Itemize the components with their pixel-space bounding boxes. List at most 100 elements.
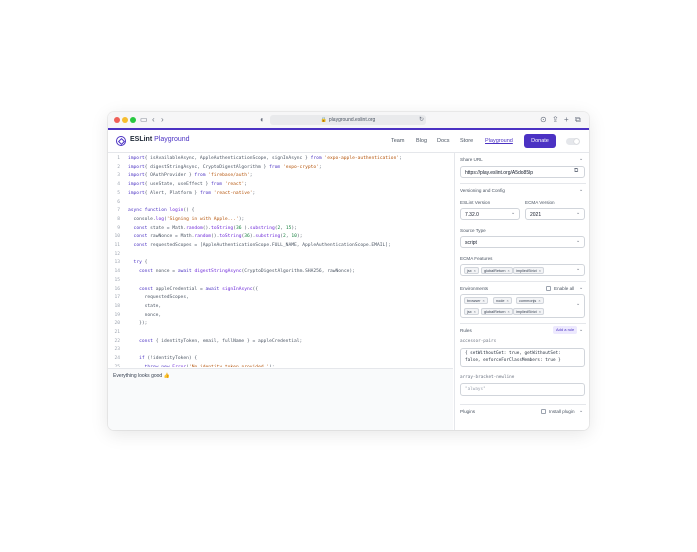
eslint-logo-icon[interactable] <box>116 136 126 146</box>
code-line[interactable]: 6 <box>108 199 453 208</box>
code-line[interactable]: 13 try { <box>108 259 453 268</box>
sidebar-icon[interactable]: ▭ <box>140 115 148 125</box>
code-line[interactable]: 5 import{ Alert, Platform } from 'react-n… <box>108 190 453 199</box>
site-brand[interactable]: ESLint Playground <box>130 136 190 143</box>
feature-tag[interactable]: globalReturn × <box>481 267 513 274</box>
code-line[interactable]: 10 const rawNonce = Math.random().toStri… <box>108 233 453 242</box>
address-bar[interactable]: 🔒 playground.eslint.org <box>270 115 426 125</box>
code-line[interactable]: 24 if (!identityToken) { <box>108 355 453 364</box>
donate-button[interactable]: Donate <box>524 134 556 148</box>
divider <box>460 404 586 405</box>
code-line[interactable]: 11 const requestedScopes = [AppleAuthent… <box>108 242 453 251</box>
close-window-button[interactable] <box>114 117 120 123</box>
chevron-down-icon[interactable]: ⌄ <box>579 187 583 193</box>
line-number: 21 <box>114 330 120 335</box>
code-editor[interactable]: 1 import{ isAvailableAsync, AppleAuthenti… <box>108 153 453 367</box>
nav-store[interactable]: Store <box>460 138 473 144</box>
enable-all-checkbox[interactable] <box>546 286 551 291</box>
environment-tag[interactable]: impliedStrict × <box>513 308 544 315</box>
new-tab-icon[interactable]: + <box>564 115 569 125</box>
code-line[interactable]: 9 const state = Math.random().toString(3… <box>108 225 453 234</box>
remove-icon[interactable]: × <box>483 299 485 303</box>
ecma-features-select[interactable]: jsx × globalReturn × impliedStrict × ⌄ <box>460 264 585 276</box>
code-token: await <box>205 286 220 292</box>
code-line[interactable]: 21 <box>108 329 453 338</box>
remove-icon[interactable]: × <box>539 269 541 273</box>
feature-tag[interactable]: impliedStrict × <box>513 267 544 274</box>
theme-toggle[interactable] <box>566 138 580 145</box>
back-icon[interactable]: ‹ <box>152 115 155 125</box>
chevron-down-icon[interactable]: ⌄ <box>579 285 583 291</box>
code-line[interactable]: 8 console.log('Signing in with Apple...'… <box>108 216 453 225</box>
download-icon[interactable]: ⊙ <box>540 115 547 125</box>
share-url-field[interactable]: https://play.eslint.org/A5do85lp ⧉ <box>460 166 585 178</box>
share-icon[interactable]: ⇪ <box>552 115 559 125</box>
environments-label: Environments <box>460 286 489 291</box>
remove-icon[interactable]: × <box>538 299 540 303</box>
code-line[interactable]: 16 const appleCredential = await signInA… <box>108 286 453 295</box>
code-line[interactable]: 3 import{ OAuthProvider } from 'firebase/… <box>108 172 453 181</box>
remove-icon[interactable]: × <box>474 269 476 273</box>
code-line[interactable]: 23 <box>108 346 453 355</box>
code-token: Error <box>172 365 186 367</box>
code-line[interactable]: 18 state, <box>108 303 453 312</box>
environment-tag[interactable]: node × <box>493 297 512 304</box>
forward-icon[interactable]: › <box>161 115 164 125</box>
environment-tag[interactable]: jsx × <box>464 308 479 315</box>
install-plugin-checkbox[interactable] <box>541 409 546 414</box>
code-line[interactable]: 7 async function login() { <box>108 207 453 216</box>
reload-icon[interactable]: ↻ <box>419 115 424 125</box>
remove-icon[interactable]: × <box>506 299 508 303</box>
code-token: ; <box>249 173 253 179</box>
chevron-down-icon[interactable]: ⌄ <box>579 408 583 414</box>
code-line[interactable]: 20 }); <box>108 320 453 329</box>
code-token: substring <box>249 225 275 231</box>
code-token: { digestStringAsync, CryptoDigestAlgorit… <box>144 164 270 170</box>
add-rule-button[interactable]: Add a rule <box>553 326 578 334</box>
code-line[interactable]: 22 const { identityToken, email, fullNam… <box>108 338 453 347</box>
source-type-select[interactable]: script ⌄ <box>460 236 585 248</box>
line-number: 20 <box>114 321 120 327</box>
environment-tag[interactable]: commonjs × <box>516 297 544 304</box>
code-line[interactable]: 4 import{ useState, useEffect } from 'rea… <box>108 181 453 190</box>
code-line[interactable]: 14 const nonce = await digestStringAsync… <box>108 268 453 277</box>
chevron-down-icon[interactable]: ⌄ <box>579 327 583 333</box>
divider <box>460 183 586 184</box>
code-token: 'expo-crypto' <box>282 164 319 170</box>
remove-icon[interactable]: × <box>539 310 541 314</box>
environment-tag[interactable]: globalReturn × <box>481 308 513 315</box>
rule-options-editor[interactable]: { setWithoutGet: true, getWithoutSet: fa… <box>460 348 585 367</box>
tabs-overview-icon[interactable]: ⧉ <box>575 115 581 125</box>
feature-tag[interactable]: jsx × <box>464 267 479 274</box>
code-token: rawNonce = Math. <box>147 234 195 240</box>
shield-icon[interactable]: ◐ <box>260 115 265 125</box>
code-line[interactable]: 1 import{ isAvailableAsync, AppleAuthenti… <box>108 155 453 164</box>
chevron-down-icon: ⌄ <box>511 210 516 216</box>
ecma-version-select[interactable]: 2021 ⌄ <box>525 208 585 220</box>
environment-tag[interactable]: browser × <box>464 297 488 304</box>
code-line[interactable]: 15 <box>108 277 453 286</box>
code-token: }); <box>128 321 148 327</box>
chevron-down-icon[interactable]: ⌄ <box>579 156 583 162</box>
copy-icon[interactable]: ⧉ <box>574 168 578 175</box>
remove-icon[interactable]: × <box>508 269 510 273</box>
code-line[interactable]: 12 <box>108 251 453 260</box>
nav-docs[interactable]: Docs <box>437 138 450 144</box>
code-line[interactable]: 17 requestedScopes, <box>108 294 453 303</box>
remove-icon[interactable]: × <box>508 310 510 314</box>
environments-select[interactable]: browser × node × commonjs × jsx × globalRetu… <box>460 294 585 318</box>
rule-options-editor[interactable]: "always" <box>460 383 585 396</box>
code-line[interactable]: 25 throw new Error('No identity token pr… <box>108 364 453 367</box>
minimize-window-button[interactable] <box>122 117 128 123</box>
code-token: const <box>133 234 148 240</box>
eslint-version-select[interactable]: 7.32.0 ⌄ <box>460 208 520 220</box>
code-token: 'firebase/auth' <box>208 173 250 179</box>
code-line[interactable]: 19 nonce, <box>108 312 453 321</box>
rule-options-line: "always" <box>465 387 486 392</box>
code-line[interactable]: 2 import{ digestStringAsync, CryptoDigest… <box>108 164 453 173</box>
nav-blog[interactable]: Blog <box>416 138 427 144</box>
zoom-window-button[interactable] <box>130 117 136 123</box>
nav-playground[interactable]: Playground <box>485 138 513 144</box>
nav-team[interactable]: Team <box>391 138 404 144</box>
remove-icon[interactable]: × <box>474 310 476 314</box>
